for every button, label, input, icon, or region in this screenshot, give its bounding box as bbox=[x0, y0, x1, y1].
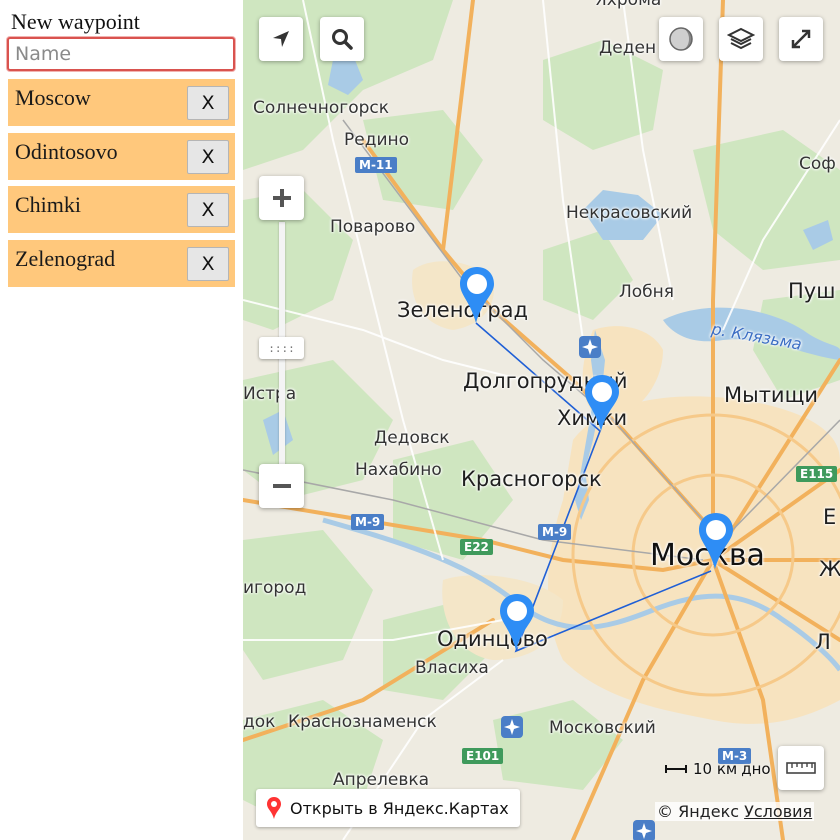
ruler-button[interactable] bbox=[778, 746, 824, 790]
place-label: Власиха bbox=[415, 658, 489, 678]
place-label: Редино bbox=[344, 130, 410, 150]
map-copyright: © Яндекс Условия bbox=[655, 802, 815, 821]
place-label: Красногорск bbox=[461, 467, 602, 491]
airport-icon bbox=[501, 716, 523, 738]
search-icon bbox=[332, 29, 353, 50]
map-pin-odintosovo[interactable] bbox=[497, 592, 537, 652]
waypoint-label: Moscow bbox=[15, 85, 91, 110]
traffic-icon bbox=[669, 27, 693, 51]
place-label: Солнечногорск bbox=[253, 98, 390, 118]
open-link-label: Открыть в Яндекс.Картах bbox=[290, 798, 509, 818]
road-shield: E115 bbox=[796, 466, 838, 482]
map-pin-moscow[interactable] bbox=[696, 511, 736, 571]
place-label: Яхрома bbox=[595, 0, 662, 10]
place-label: Деден bbox=[599, 38, 657, 58]
terms-link[interactable]: Условия bbox=[744, 802, 812, 821]
place-label: Краснознаменск bbox=[288, 712, 437, 732]
search-button[interactable] bbox=[320, 17, 364, 61]
waypoint-item-moscow: Moscow X bbox=[8, 79, 235, 126]
place-label: Лобня bbox=[619, 282, 675, 302]
place-label: игород bbox=[243, 578, 307, 598]
road-shield: М-9 bbox=[351, 514, 385, 530]
road-shield: М-9 bbox=[538, 524, 572, 540]
open-in-yandex-maps-link[interactable]: Открыть в Яндекс.Картах bbox=[256, 789, 520, 827]
zoom-in-button[interactable] bbox=[259, 176, 304, 220]
copyright-text: © Яндекс bbox=[657, 802, 740, 821]
place-label: Ж bbox=[819, 557, 840, 581]
place-label: Истра bbox=[243, 384, 297, 404]
waypoint-label: Zelenograd bbox=[15, 246, 116, 271]
waypoint-name-input[interactable] bbox=[7, 37, 235, 71]
delete-waypoint-button[interactable]: X bbox=[187, 140, 229, 174]
road-shield: М-11 bbox=[355, 157, 397, 173]
scale-label: 10 км bbox=[693, 760, 738, 778]
airport-icon bbox=[579, 336, 601, 358]
place-label: Соф bbox=[799, 154, 836, 174]
fullscreen-icon bbox=[791, 29, 811, 49]
place-label: Апрелевка bbox=[333, 770, 430, 790]
map-pin-chimki[interactable] bbox=[582, 373, 622, 433]
waypoint-panel: New waypoint Moscow X Odintosovo X Chimk… bbox=[0, 0, 243, 840]
road-shield: E22 bbox=[460, 539, 493, 555]
airport-icon bbox=[633, 820, 655, 840]
delete-waypoint-button[interactable]: X bbox=[187, 86, 229, 120]
waypoint-label: Chimki bbox=[15, 192, 82, 217]
place-label: Нахабино bbox=[355, 460, 442, 480]
place-label: Мытищи bbox=[724, 383, 819, 407]
fullscreen-button[interactable] bbox=[779, 17, 823, 61]
delete-waypoint-button[interactable]: X bbox=[187, 247, 229, 281]
map-scale: 10 км дно bbox=[665, 760, 771, 778]
zoom-out-button[interactable] bbox=[259, 464, 304, 508]
waypoint-item-zelenograd: Zelenograd X bbox=[8, 240, 235, 287]
navigation-arrow-icon bbox=[273, 31, 289, 47]
layers-icon bbox=[727, 27, 755, 50]
scale-bar bbox=[665, 765, 687, 773]
minus-icon bbox=[272, 484, 291, 488]
geolocation-button[interactable] bbox=[259, 17, 303, 61]
map-pin-zelenograd[interactable] bbox=[457, 265, 497, 325]
map-canvas[interactable]: Яхрома Деден Солнечногорск Редино Соф По… bbox=[243, 0, 840, 840]
waypoint-item-odintosovo: Odintosovo X bbox=[8, 133, 235, 180]
layers-button[interactable] bbox=[719, 17, 763, 61]
panel-title: New waypoint bbox=[11, 9, 140, 34]
ruler-icon bbox=[786, 762, 816, 774]
place-label: Поварово bbox=[330, 217, 416, 237]
map-marker-icon bbox=[267, 797, 281, 819]
place-label: Московский bbox=[549, 718, 656, 738]
delete-waypoint-button[interactable]: X bbox=[187, 193, 229, 227]
place-label: Пуш bbox=[788, 279, 836, 303]
place-label: док bbox=[243, 712, 276, 732]
scale-suffix: дно bbox=[741, 760, 771, 778]
waypoint-item-chimki: Chimki X bbox=[8, 186, 235, 233]
place-label: Е bbox=[823, 505, 837, 529]
road-shield: E101 bbox=[462, 748, 504, 764]
plus-icon bbox=[272, 189, 291, 207]
zoom-slider-handle[interactable]: :::: bbox=[259, 337, 304, 359]
place-label: Дедовск bbox=[374, 428, 450, 448]
place-label: Некрасовский bbox=[566, 203, 693, 223]
place-label: Л bbox=[815, 630, 831, 654]
traffic-button[interactable] bbox=[659, 17, 703, 61]
waypoint-label: Odintosovo bbox=[15, 139, 118, 164]
